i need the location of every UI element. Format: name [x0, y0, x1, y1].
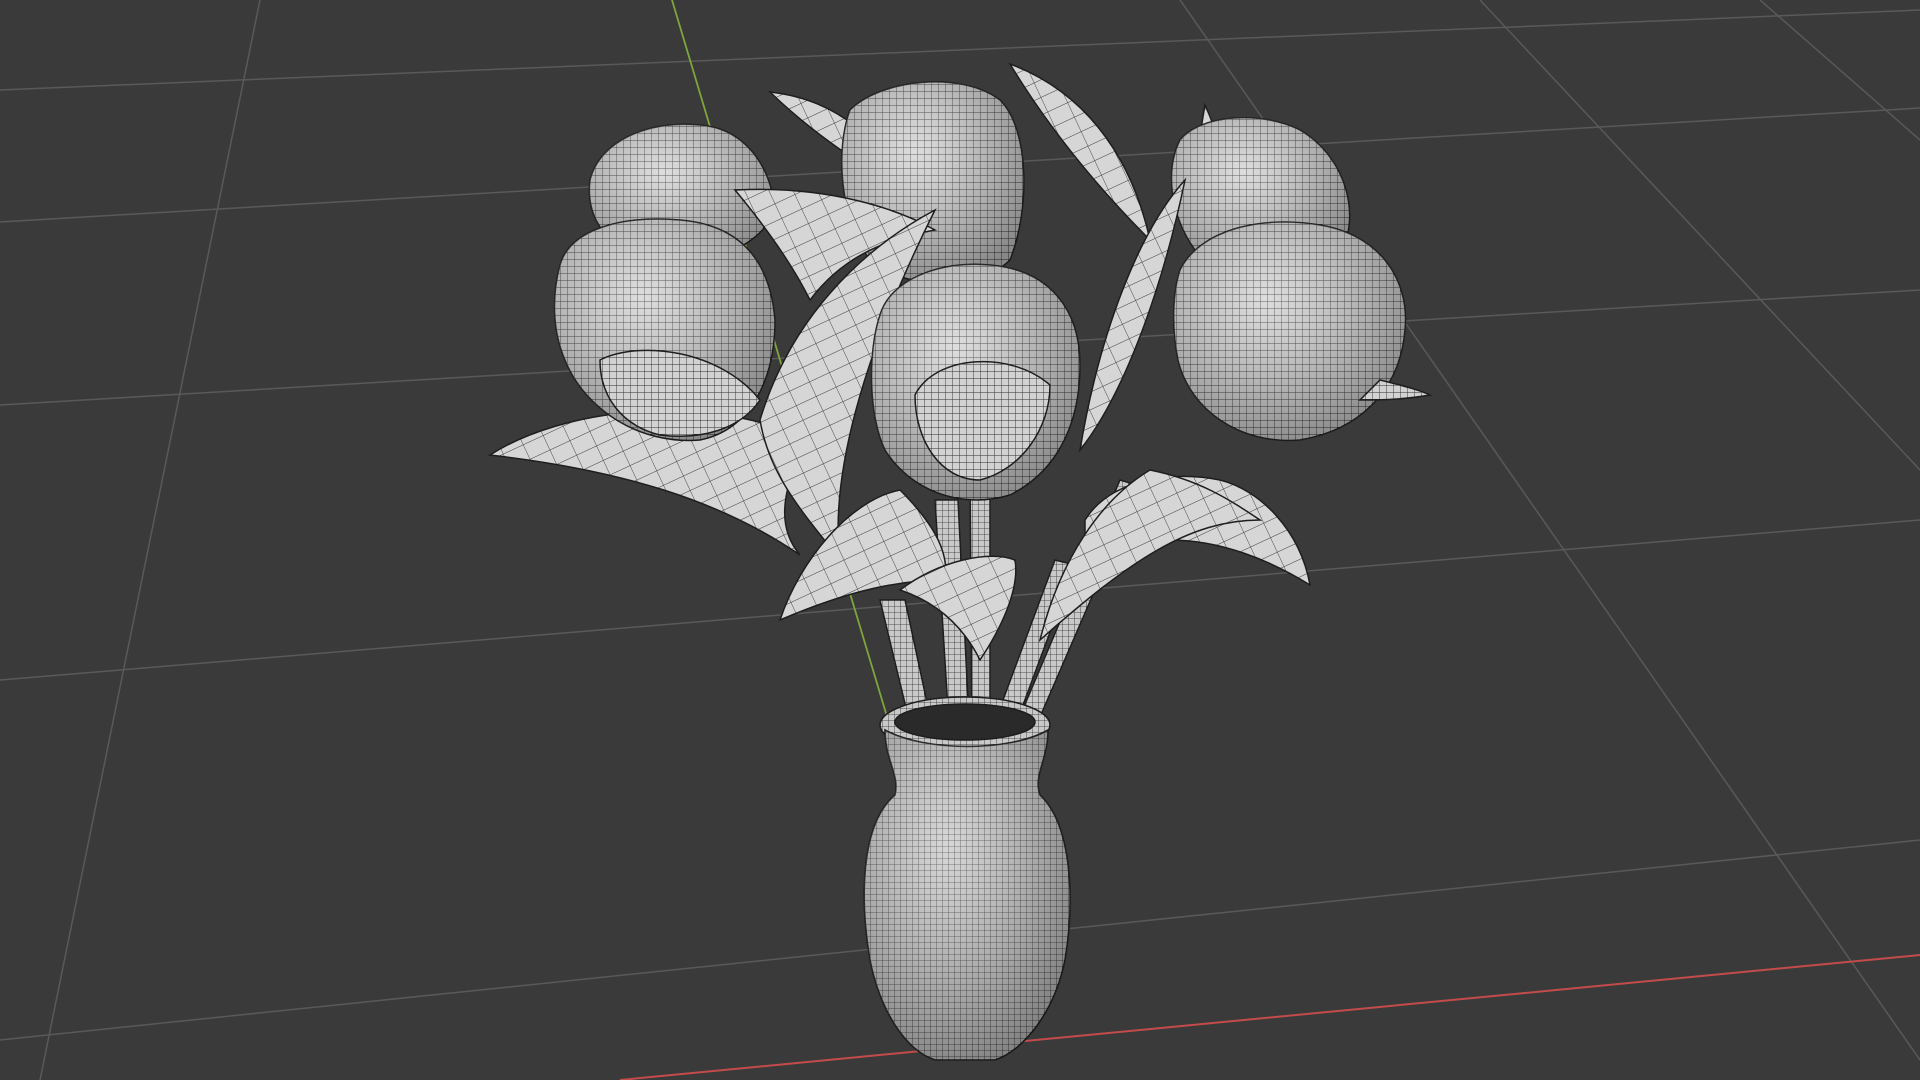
vase-opening [894, 703, 1036, 741]
leaf-top-right[interactable] [1008, 62, 1152, 243]
vase[interactable] [863, 696, 1071, 1061]
tulip-bouquet[interactable] [487, 62, 1433, 746]
tulip-front-left[interactable] [553, 218, 776, 442]
3d-viewport[interactable] [0, 0, 1920, 1080]
tulip-center-front[interactable] [870, 263, 1081, 501]
x-axis-line [619, 954, 1920, 1080]
tulip-front-right[interactable] [1173, 221, 1433, 442]
viewport-canvas[interactable] [0, 0, 1920, 1080]
tulip-back-center[interactable] [841, 81, 1025, 284]
